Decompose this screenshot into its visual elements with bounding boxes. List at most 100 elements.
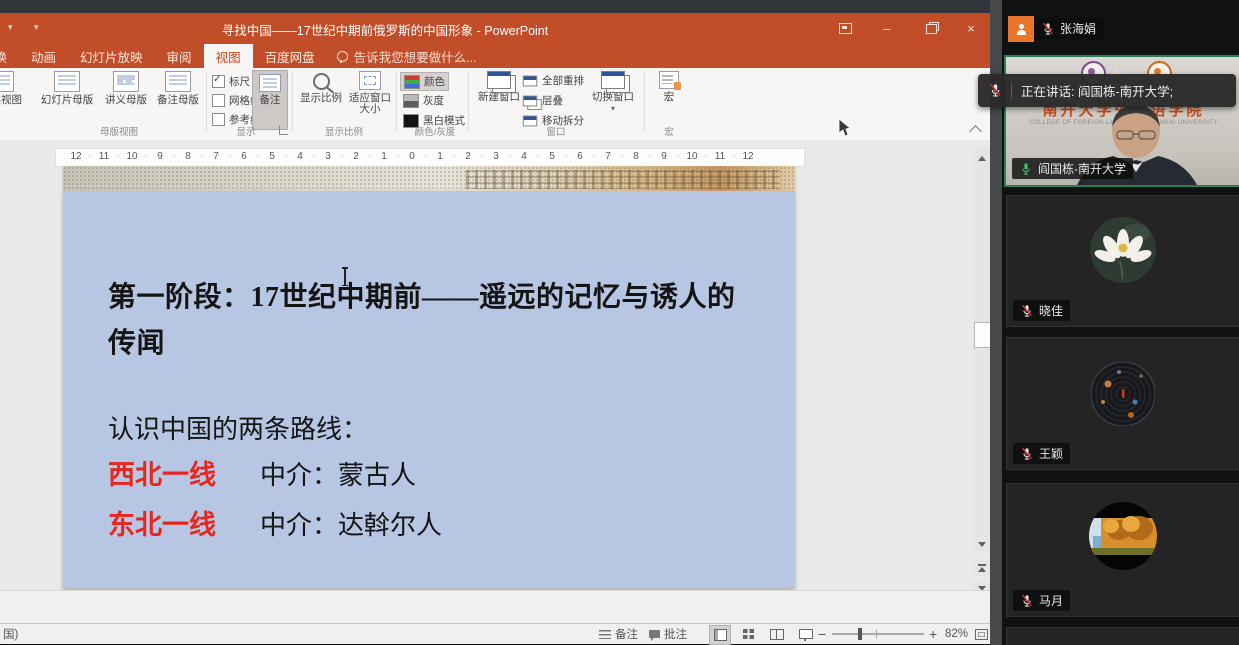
restore-button[interactable] (914, 13, 948, 44)
arrange-all-button[interactable]: 全部重排 (522, 72, 584, 89)
participant-name-plaque: 王颖 (1013, 443, 1070, 464)
status-notes-button[interactable]: 备注 (599, 624, 638, 644)
tab-baidu-netdisk[interactable]: 百度网盘 (253, 44, 327, 68)
ruler-number: 12 (738, 151, 758, 162)
scroll-up-button[interactable] (973, 150, 990, 166)
handout-master-button[interactable]: 讲义母版 (100, 68, 152, 126)
ruler-tick: · (676, 151, 680, 162)
switch-windows-button[interactable]: 切换窗口 ▾ (588, 68, 638, 126)
participant-tile-1[interactable]: 张海娟 (1006, 8, 1239, 46)
magnifier-icon (313, 73, 330, 90)
screen: ▾ ▾ 寻找中国——17世纪中期前俄罗斯的中国形象 - PowerPoint –… (0, 0, 1239, 645)
notes-icon (259, 74, 281, 92)
ruler-number: 11 (94, 151, 114, 162)
slide-route2-line[interactable]: 东北一线 中介：达斡尔人 (108, 503, 442, 542)
tell-me-box[interactable]: 告诉我您想要做什么... (327, 44, 487, 68)
tab-review[interactable]: 审阅 (155, 44, 204, 68)
notes-master-button[interactable]: 备注母版 (154, 68, 202, 126)
participant-tile-4[interactable]: 王颖 (1006, 337, 1239, 470)
ruler-tick: · (592, 151, 596, 162)
ruler-tick: · (144, 151, 148, 162)
mic-muted-icon (988, 83, 1003, 98)
reading-view-icon (0, 71, 14, 92)
slide-canvas[interactable]: 第一阶段：17世纪中期前——遥远的记忆与诱人的传闻 认识中国的两条路线： 西北一… (63, 191, 795, 588)
group-label-zoom: 显示比例 (296, 124, 392, 138)
notes-button[interactable]: 备注 (252, 70, 288, 130)
ruler-tick: · (648, 151, 652, 162)
ribbon-display-options-button[interactable] (828, 13, 862, 44)
zoom-slider-thumb[interactable] (858, 628, 862, 640)
participant-name: 晓佳 (1039, 302, 1063, 319)
ruler-tick: · (172, 151, 176, 162)
normal-view-icon (714, 629, 727, 641)
fit-slide-to-window-button[interactable] (971, 625, 991, 643)
restore-icon (926, 24, 937, 34)
ruler-number: 7 (598, 151, 618, 162)
tab-animations[interactable]: 动画 (19, 44, 68, 68)
group-label-show: 显示 (206, 124, 286, 138)
group-label-macro: 宏 (650, 124, 688, 138)
slide-title-text[interactable]: 第一阶段：17世纪中期前——遥远的记忆与诱人的传闻 (108, 275, 756, 367)
scroll-down-button[interactable] (973, 536, 990, 552)
show-dialog-launcher[interactable] (279, 126, 288, 135)
grayscale-button[interactable]: 灰度 (400, 92, 447, 109)
lightbulb-icon (337, 51, 348, 62)
language-indicator-partial[interactable]: 国) (3, 624, 18, 644)
route1-desc: 中介：蒙古人 (260, 455, 416, 492)
slideshow-view-button[interactable] (796, 625, 816, 643)
tab-slideshow[interactable]: 幻灯片放映 (68, 44, 155, 68)
ruler: 12·11·10·9·8·7·6·5·4·3·2·1·0·1·2·3·4·5·6… (55, 148, 805, 167)
switch-windows-icon (601, 71, 625, 89)
vertical-scrollbar[interactable] (973, 148, 990, 550)
reading-view-button[interactable]: 阅读视图 (0, 68, 28, 126)
chevron-down-icon: ▾ (611, 106, 615, 112)
ruler-tick: · (480, 151, 484, 162)
cascade-button[interactable]: 层叠 (522, 92, 563, 109)
participant-tile-6-partial[interactable] (1006, 627, 1239, 645)
slide-header-photo (63, 166, 795, 191)
slide-intro-text[interactable]: 认识中国的两条路线： (108, 409, 368, 446)
zoom-in-button[interactable]: + (929, 624, 937, 644)
ruler-checkbox[interactable]: 标尺 (212, 73, 250, 90)
minimize-button[interactable]: – (870, 13, 904, 44)
tab-transitions[interactable]: 切换 (0, 44, 19, 68)
status-comments-button[interactable]: 批注 (649, 624, 687, 644)
slideshow-icon (799, 629, 813, 639)
tab-view[interactable]: 视图 (204, 44, 253, 68)
checkbox-icon (212, 94, 225, 107)
slide-master-button[interactable]: 幻灯片母版 (36, 68, 98, 126)
zoom-out-button[interactable]: − (818, 624, 826, 644)
slide-route1-line[interactable]: 西北一线 中介：蒙古人 (108, 453, 416, 492)
ruler-tick: · (256, 151, 260, 162)
zoom-percentage[interactable]: 82% (945, 624, 968, 644)
ruler-number: 9 (150, 151, 170, 162)
zoom-slider-track[interactable] (832, 633, 924, 635)
notes-pane-collapsed[interactable] (0, 590, 990, 624)
text-cursor (344, 267, 346, 286)
ruler-tick: · (312, 151, 316, 162)
ruler-tick: · (396, 151, 400, 162)
tell-me-text: 告诉我您想要做什么... (354, 47, 477, 66)
slide-sorter-icon (743, 629, 754, 639)
macros-button[interactable]: 宏 (650, 68, 688, 126)
fit-to-window-button[interactable]: 适应窗口大小 (348, 68, 392, 126)
reading-view-button-status[interactable] (767, 625, 787, 643)
group-label-window: 窗口 (474, 124, 638, 138)
ruler-tick: · (452, 151, 456, 162)
zoom-button[interactable]: 显示比例 (296, 68, 346, 126)
scrollbar-thumb[interactable] (974, 322, 991, 348)
slide-master-icon (54, 71, 80, 92)
slide-sorter-view-button[interactable] (738, 625, 758, 643)
participant-tile-5[interactable]: 马月 (1006, 483, 1239, 617)
participant-tile-3[interactable]: 晓佳 (1006, 195, 1239, 327)
route2-desc: 中介：达斡尔人 (260, 505, 442, 542)
ruler-number: 8 (178, 151, 198, 162)
new-window-button[interactable]: 新建窗口 (474, 68, 524, 126)
participant-name-plaque: 阎国栋-南开大学 (1012, 158, 1133, 179)
close-button[interactable]: × (954, 13, 988, 44)
new-window-icon (487, 71, 511, 89)
normal-view-button[interactable] (709, 625, 731, 645)
color-button[interactable]: 颜色 (400, 72, 449, 91)
cascade-icon (523, 95, 537, 106)
previous-slide-button[interactable] (973, 560, 990, 576)
